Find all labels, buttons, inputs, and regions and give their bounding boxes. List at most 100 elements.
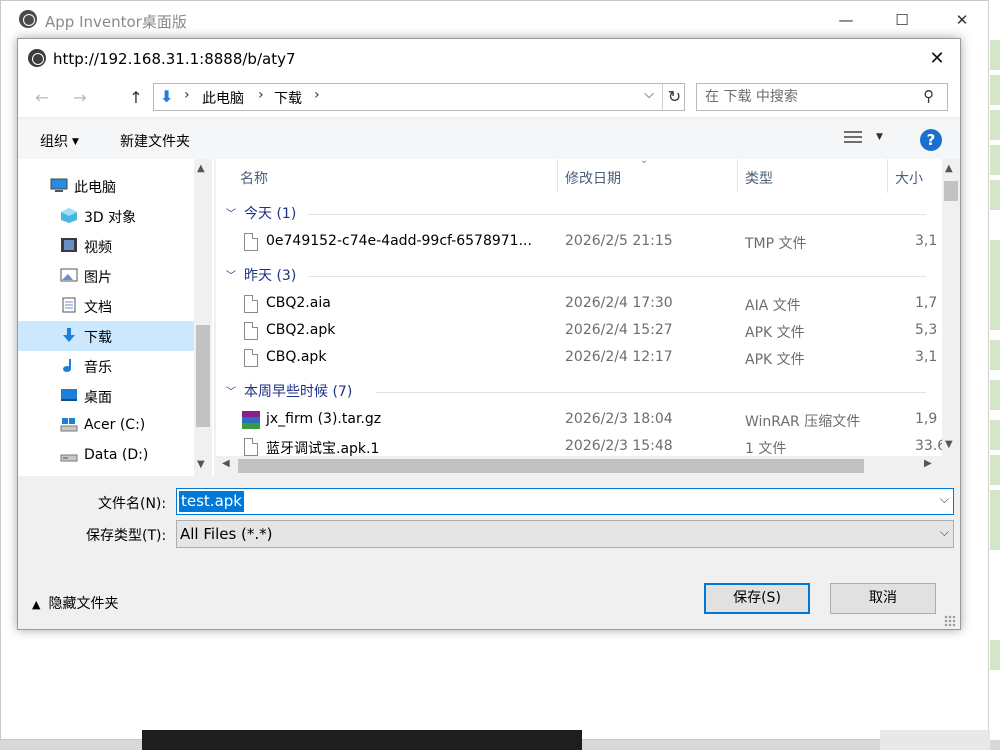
- save-form: 文件名(N): test.apk ⌵ 保存类型(T): All Files (*…: [18, 479, 960, 629]
- view-caret-down-icon[interactable]: ▼: [876, 132, 883, 142]
- column-type[interactable]: 类型: [745, 168, 773, 188]
- column-size[interactable]: 大小: [895, 168, 923, 188]
- filename-input[interactable]: test.apk ⌵: [176, 488, 954, 515]
- group-divider: [308, 214, 926, 215]
- refresh-icon[interactable]: ↻: [662, 84, 686, 110]
- command-toolbar: 组织 ▼ 新建文件夹 ▼ ?: [18, 119, 960, 159]
- filename-label: 文件名(N):: [98, 496, 167, 512]
- vertical-scroll-thumb[interactable]: [944, 181, 958, 201]
- dialog-app-icon: [28, 49, 46, 67]
- hide-folders-label: 隐藏文件夹: [48, 596, 119, 612]
- filename-value[interactable]: test.apk: [179, 491, 244, 512]
- scroll-down-icon[interactable]: ▼: [197, 459, 205, 470]
- file-list-horizontal-scrollbar[interactable]: ◀ ▶: [216, 456, 942, 476]
- help-icon[interactable]: ?: [920, 129, 942, 151]
- sort-caret-icon: ⌄: [640, 159, 649, 166]
- resize-grip-icon[interactable]: [944, 615, 956, 627]
- forward-arrow-icon[interactable]: →: [68, 88, 92, 108]
- group-header-yesterday[interactable]: ﹀ 昨天 (3): [216, 262, 936, 288]
- cancel-button[interactable]: 取消: [830, 583, 936, 614]
- nav-item-label: 图片: [84, 270, 112, 286]
- file-row[interactable]: CBQ.apk 2026/2/4 12:17 APK 文件 3,1: [216, 345, 942, 372]
- minimize-button[interactable]: —: [823, 5, 869, 35]
- breadcrumb-this-pc[interactable]: 此电脑: [202, 88, 244, 108]
- hide-folders-toggle[interactable]: ▲ 隐藏文件夹: [32, 593, 118, 613]
- address-dropdown-icon[interactable]: ⌵: [638, 87, 660, 107]
- file-list-vertical-scrollbar[interactable]: ▲ ▼: [942, 159, 960, 456]
- scroll-up-icon[interactable]: ▲: [197, 163, 205, 174]
- back-arrow-icon[interactable]: ←: [30, 88, 54, 108]
- dialog-close-button[interactable]: ✕: [914, 43, 960, 77]
- group-label: 昨天 (3): [244, 268, 297, 284]
- address-bar[interactable]: ⬇ › 此电脑 › 下载 › ⌵ ↻: [153, 83, 685, 111]
- file-row[interactable]: jx_firm (3).tar.gz 2026/2/3 18:04 WinRAR…: [216, 407, 942, 434]
- nav-item-3d-objects[interactable]: 3D 对象: [18, 201, 194, 231]
- file-row[interactable]: CBQ2.aia 2026/2/4 17:30 AIA 文件 1,7: [216, 291, 942, 318]
- file-date: 2026/2/4 12:17: [565, 349, 673, 365]
- chevron-down-icon: ﹀: [226, 209, 236, 220]
- save-button[interactable]: 保存(S): [704, 583, 810, 614]
- filetype-dropdown-icon[interactable]: ⌵: [940, 525, 949, 540]
- scroll-left-icon[interactable]: ◀: [222, 458, 230, 469]
- file-type: TMP 文件: [745, 236, 807, 252]
- breadcrumb-separator-icon[interactable]: ›: [184, 87, 190, 103]
- maximize-button[interactable]: ☐: [879, 5, 925, 35]
- nav-item-music[interactable]: 音乐: [18, 351, 194, 381]
- breadcrumb-separator-icon[interactable]: ›: [314, 87, 320, 103]
- file-icon: [244, 233, 258, 251]
- drive-d-icon: [60, 447, 78, 463]
- document-icon: [60, 297, 78, 313]
- new-folder-button[interactable]: 新建文件夹: [120, 131, 190, 151]
- filetype-select[interactable]: All Files (*.*) ⌵: [176, 520, 954, 548]
- nav-item-label: 视频: [84, 240, 112, 256]
- view-options-icon[interactable]: [844, 131, 862, 147]
- column-date[interactable]: 修改日期: [565, 168, 621, 188]
- filename-dropdown-icon[interactable]: ⌵: [940, 492, 949, 507]
- breadcrumb-separator-icon[interactable]: ›: [258, 87, 264, 103]
- app-close-button[interactable]: ✕: [939, 5, 985, 35]
- nav-item-this-pc[interactable]: 此电脑: [18, 171, 194, 201]
- file-name: CBQ2.aia: [266, 295, 331, 311]
- file-row[interactable]: CBQ2.apk 2026/2/4 15:27 APK 文件 5,3: [216, 318, 942, 345]
- nav-item-drive-d[interactable]: Data (D:): [18, 441, 194, 471]
- file-name: CBQ2.apk: [266, 322, 336, 338]
- app-titlebar: App Inventor桌面版 — ☐ ✕: [1, 1, 991, 39]
- nav-item-pictures[interactable]: 图片: [18, 261, 194, 291]
- horizontal-scroll-thumb[interactable]: [238, 459, 864, 473]
- column-divider: [887, 159, 888, 193]
- file-size: 1,9: [915, 411, 938, 427]
- nav-item-desktop[interactable]: 桌面: [18, 381, 194, 411]
- scroll-down-icon[interactable]: ▼: [945, 439, 953, 450]
- search-input[interactable]: [705, 88, 915, 106]
- file-name: jx_firm (3).tar.gz: [266, 411, 382, 427]
- column-divider: [557, 159, 558, 193]
- organize-menu[interactable]: 组织 ▼: [40, 131, 79, 151]
- nav-item-label: 桌面: [84, 390, 112, 406]
- breadcrumb-downloads[interactable]: 下载: [274, 88, 302, 108]
- group-header-earlier-this-week[interactable]: ﹀ 本周早些时候 (7): [216, 378, 936, 404]
- scroll-right-icon[interactable]: ▶: [924, 458, 932, 469]
- file-type: APK 文件: [745, 352, 805, 368]
- search-icon[interactable]: ⚲: [923, 87, 934, 105]
- nav-item-label: Data (D:): [84, 447, 149, 463]
- file-size: 1,7: [915, 295, 938, 311]
- nav-scroll-thumb[interactable]: [196, 325, 210, 427]
- desktop-icon: [60, 387, 78, 403]
- app-logo-icon: [19, 10, 37, 28]
- file-icon: [244, 322, 258, 340]
- file-row[interactable]: 0e749152-c74e-4add-99cf-6578971... 2026/…: [216, 229, 942, 256]
- nav-item-videos[interactable]: 视频: [18, 231, 194, 261]
- up-arrow-icon[interactable]: ↑: [124, 88, 148, 108]
- file-type: AIA 文件: [745, 298, 801, 314]
- nav-item-label: 下载: [84, 330, 112, 346]
- scroll-up-icon[interactable]: ▲: [945, 163, 953, 174]
- nav-item-downloads[interactable]: 下载: [18, 321, 194, 351]
- file-icon: [244, 295, 258, 313]
- nav-item-documents[interactable]: 文档: [18, 291, 194, 321]
- file-type: WinRAR 压缩文件: [745, 414, 861, 430]
- nav-item-drive-c[interactable]: Acer (C:): [18, 411, 194, 441]
- search-box[interactable]: ⚲: [696, 83, 948, 111]
- nav-scrollbar[interactable]: ▲ ▼: [194, 159, 212, 476]
- column-name[interactable]: 名称: [240, 168, 268, 188]
- group-header-today[interactable]: ﹀ 今天 (1): [216, 200, 936, 226]
